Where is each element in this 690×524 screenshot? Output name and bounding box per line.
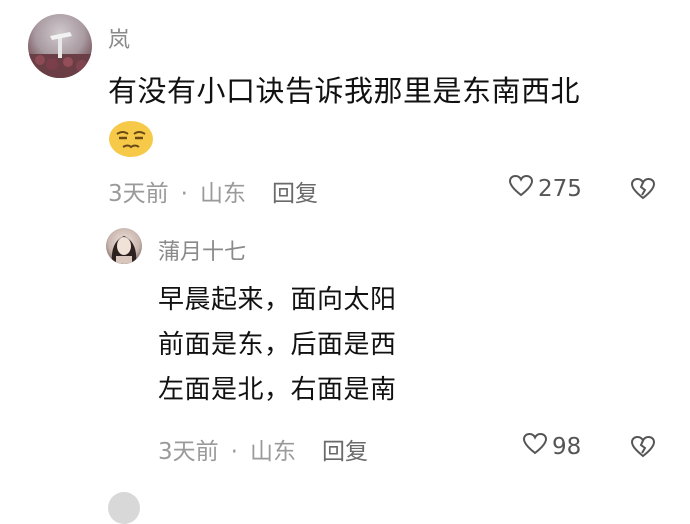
reply-time: 3天前 <box>158 439 219 465</box>
reply-location: 山东 <box>249 439 296 465</box>
reply-button[interactable]: 回复 <box>272 181 318 207</box>
reply-line: 左面是北，右面是南 <box>158 375 397 405</box>
comment-location: 山东 <box>199 181 246 207</box>
comment-meta: 3天前 · 山东 回复 <box>108 174 318 208</box>
like-count: 275 <box>538 176 582 202</box>
reply-dislike-button[interactable] <box>630 435 656 463</box>
reply-text: 早晨起来，面向太阳 前面是东，后面是西 左面是北，右面是南 <box>158 278 397 413</box>
reply-like-count: 98 <box>552 434 582 460</box>
smirk-face-emoji-icon <box>108 118 154 162</box>
reply-author[interactable]: 蒲月十七 <box>158 234 246 266</box>
reply-avatar[interactable] <box>106 228 142 264</box>
comment-text: 有没有小口诀告诉我那里是东南西北 <box>108 74 581 108</box>
dislike-button[interactable] <box>630 177 656 205</box>
comment-author[interactable]: 岚 <box>108 22 130 54</box>
reply-like-button[interactable]: 98 <box>522 432 581 462</box>
heart-icon <box>522 432 548 462</box>
avatar[interactable] <box>28 14 92 78</box>
reply-meta: 3天前 · 山东 回复 <box>158 432 368 466</box>
reply-line: 早晨起来，面向太阳 <box>158 285 397 315</box>
like-button[interactable]: 275 <box>508 174 582 204</box>
broken-heart-icon <box>630 177 656 205</box>
separator-dot: · <box>230 439 238 465</box>
comment-time: 3天前 <box>108 181 169 207</box>
reply-reply-button[interactable]: 回复 <box>322 439 368 465</box>
separator-dot: · <box>180 181 188 207</box>
broken-heart-icon <box>630 435 656 463</box>
next-avatar[interactable] <box>108 492 140 524</box>
reply-line: 前面是东，后面是西 <box>158 330 397 360</box>
heart-icon <box>508 174 534 204</box>
